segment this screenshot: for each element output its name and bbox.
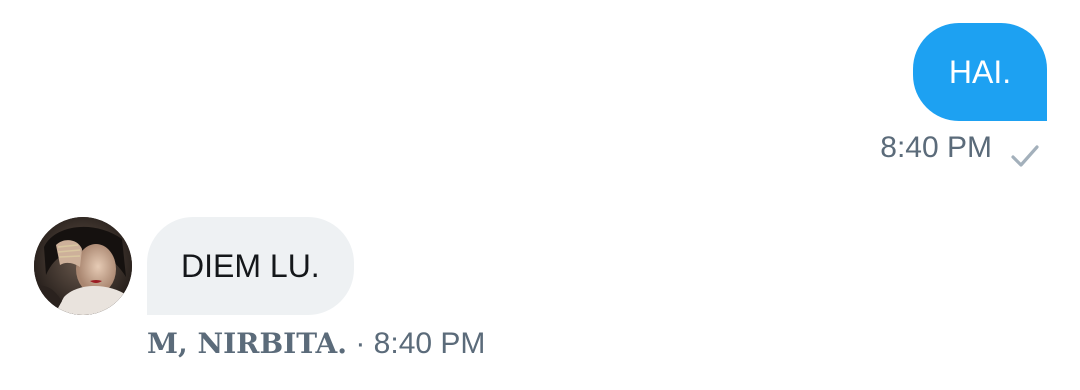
incoming-message-text: DIEM LU.: [181, 248, 320, 284]
outgoing-message-time: 8:40 PM: [880, 131, 992, 164]
check-icon: [1008, 139, 1042, 173]
outgoing-message-text: HAI.: [948, 54, 1012, 90]
meta-separator: ·: [347, 327, 374, 360]
outgoing-message-bubble[interactable]: HAI.: [913, 23, 1047, 121]
incoming-message-meta: M, NIRBITA. · 8:40 PM: [147, 322, 485, 366]
outgoing-message-meta: 8:40 PM: [880, 126, 1042, 170]
conversation: HAI. 8:40 PM DIEM LU. M, NIRBITA. · 8:40…: [0, 0, 1080, 390]
sender-name[interactable]: M, NIRBITA.: [147, 327, 347, 360]
incoming-message-bubble[interactable]: DIEM LU.: [147, 217, 354, 315]
incoming-message-time: 8:40 PM: [373, 327, 486, 360]
avatar[interactable]: [34, 217, 132, 315]
